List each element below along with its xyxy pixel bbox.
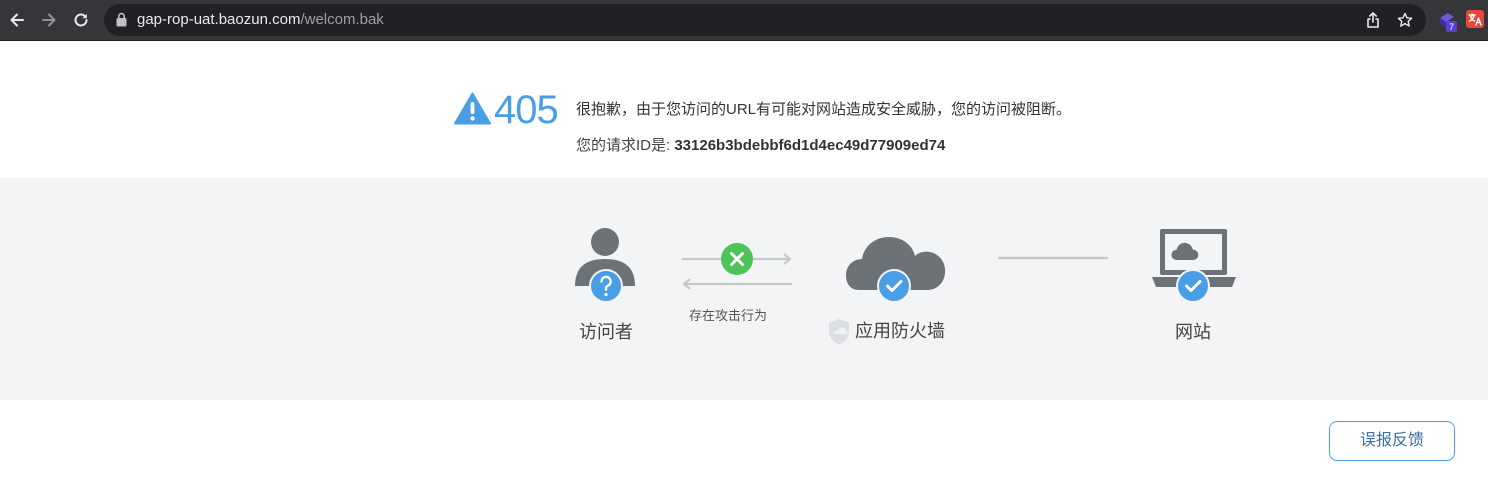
check-icon <box>877 269 911 303</box>
forward-button[interactable] <box>35 6 63 34</box>
url-host: gap-rop-uat.baozun.com <box>137 11 301 28</box>
url-path: /welcom.bak <box>300 11 384 28</box>
site-label: 网站 <box>1175 322 1211 342</box>
question-icon <box>589 269 623 303</box>
reload-button[interactable] <box>67 6 95 34</box>
visitor-icon <box>575 228 635 303</box>
cloud-icon <box>846 237 946 303</box>
forward-arrow-icon <box>42 13 56 27</box>
lock-icon[interactable] <box>116 12 127 27</box>
laptop-icon <box>1152 229 1236 303</box>
connector-line <box>998 256 1108 260</box>
address-bar[interactable]: gap-rop-uat.baozun.com/welcom.bak <box>104 4 1426 36</box>
x-icon <box>721 243 753 275</box>
request-id-value: 33126b3bdebbf6d1d4ec49d77909ed74 <box>674 137 946 154</box>
block-diagram: 访问者 存在攻击行为 应用防火墙 网站 <box>0 178 1488 400</box>
check-icon <box>1176 269 1210 303</box>
reload-icon <box>74 13 88 27</box>
star-icon <box>1397 12 1413 27</box>
share-button[interactable] <box>1363 10 1383 30</box>
extension-button-purple[interactable]: 7 <box>1438 10 1458 32</box>
share-icon <box>1367 12 1379 28</box>
attack-label: 存在攻击行为 <box>689 308 768 323</box>
visitor-label: 访问者 <box>579 322 633 342</box>
extension-badge-count: 7 <box>1449 22 1454 32</box>
shield-icon <box>829 319 849 345</box>
back-arrow-icon <box>10 13 24 27</box>
back-button[interactable] <box>3 6 31 34</box>
extension-button-translate[interactable] <box>1466 10 1486 32</box>
attack-arrows <box>682 243 792 290</box>
warning-icon <box>454 92 491 125</box>
request-id-line: 您的请求ID是: 33126b3bdebbf6d1d4ec49d77909ed7… <box>576 136 945 156</box>
translate-icon <box>1466 10 1484 28</box>
error-message: 很抱歉，由于您访问的URL有可能对网站造成安全威胁，您的访问被阻断。 <box>576 101 1072 118</box>
waf-label: 应用防火墙 <box>855 321 945 341</box>
bookmark-button[interactable] <box>1395 10 1415 30</box>
request-id-label: 您的请求ID是: <box>576 137 675 154</box>
extension-logo-icon: 7 <box>1440 13 1457 32</box>
browser-toolbar: gap-rop-uat.baozun.com/welcom.bak 7 <box>0 0 1488 41</box>
error-code: 405 <box>494 88 559 132</box>
report-false-positive-button[interactable]: 误报反馈 <box>1329 421 1455 461</box>
url-text[interactable]: gap-rop-uat.baozun.com/welcom.bak <box>137 11 384 29</box>
